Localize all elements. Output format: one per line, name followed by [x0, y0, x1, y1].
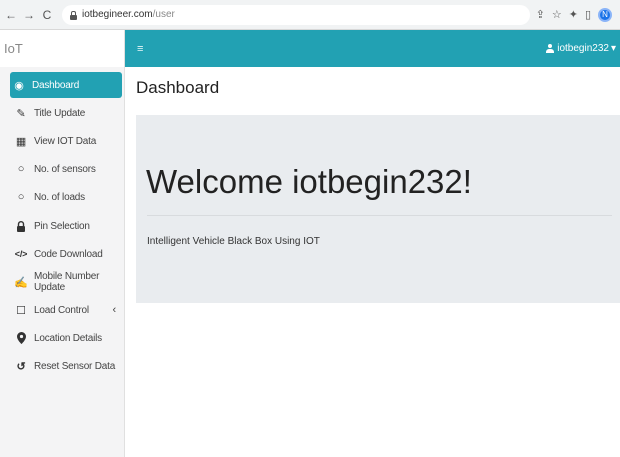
circle-icon: ○ [17, 191, 25, 203]
sidebar-item-label: Code Download [34, 248, 103, 260]
welcome-jumbotron: Welcome iotbegin232! Intelligent Vehicle… [136, 115, 620, 303]
sidebar-item-load-control[interactable]: ☐ Load Control ‹ [12, 297, 122, 323]
top-navbar: ≡ iotbegin232 ▾ [125, 30, 620, 67]
code-icon: </> [14, 249, 28, 259]
welcome-heading: Welcome iotbegin232! [146, 163, 472, 200]
undo-icon: ↺ [16, 360, 26, 373]
address-bar[interactable]: iotbegineer.com/user [62, 4, 530, 25]
table-icon: ▦ [15, 135, 27, 148]
page-title: Dashboard [136, 78, 220, 97]
dashboard-icon: ◉ [14, 79, 24, 92]
sidebar-item-label: Pin Selection [34, 220, 90, 232]
chevron-down-icon: ▾ [610, 43, 616, 54]
user-icon [546, 44, 555, 53]
sidebar-item-location-details[interactable]: Location Details [12, 325, 122, 351]
sidebar-item-mobile-number-update[interactable]: ✍ Mobile Number Update [12, 269, 122, 295]
reload-icon[interactable]: C [40, 8, 54, 22]
sidebar-item-pin-selection[interactable]: Pin Selection [12, 213, 122, 239]
edit-icon: ✎ [16, 107, 26, 120]
user-menu[interactable]: iotbegin232 ▾ [546, 43, 616, 54]
forward-icon[interactable]: → [22, 8, 36, 22]
url-domain: iotbegineer.com [82, 9, 153, 20]
sidebar-item-no-of-sensors[interactable]: ○ No. of sensors [12, 156, 122, 182]
circle-icon: ○ [17, 163, 25, 175]
lock-icon[interactable] [70, 10, 77, 20]
sidebar: ◉ Dashboard ✎ Title Update ▦ View IOT Da… [0, 67, 125, 457]
sidebar-item-dashboard[interactable]: ◉ Dashboard [10, 72, 122, 98]
sidebar-item-label: Reset Sensor Data [34, 360, 116, 372]
sidebar-item-reset-sensor-data[interactable]: ↺ Reset Sensor Data [12, 353, 122, 379]
star-icon[interactable]: ☆ [552, 8, 562, 21]
divider [147, 215, 612, 216]
sidebar-item-label: Mobile Number Update [34, 271, 100, 293]
sidebar-item-view-iot-data[interactable]: ▦ View IOT Data [12, 128, 122, 154]
sidebar-item-label: Load Control [34, 304, 89, 316]
sidebar-item-label: Title Update [34, 107, 86, 119]
sidebar-item-label: No. of loads [34, 191, 85, 203]
sidebar-item-label: Location Details [34, 332, 102, 344]
sidebar-icon[interactable]: ▯ [585, 8, 591, 21]
lock-icon [15, 220, 27, 232]
browser-actions: ⇪ ☆ ✦ ▯ N [536, 7, 612, 22]
profile-avatar[interactable]: N [598, 7, 612, 22]
sidebar-item-title-update[interactable]: ✎ Title Update [12, 100, 122, 126]
square-icon: ☐ [16, 304, 26, 317]
brand-logo[interactable]: IoT [0, 30, 125, 67]
share-icon[interactable]: ⇪ [536, 8, 545, 21]
back-icon[interactable]: ← [4, 8, 18, 22]
sidebar-item-code-download[interactable]: </> Code Download [12, 241, 122, 267]
sidebar-item-label: Dashboard [32, 79, 80, 91]
chevron-left-icon[interactable]: ‹ [113, 304, 117, 316]
sidebar-item-label: View IOT Data [34, 135, 97, 147]
sidebar-item-no-of-loads[interactable]: ○ No. of loads [12, 184, 122, 210]
extensions-icon[interactable]: ✦ [569, 8, 578, 21]
main-content: Dashboard Welcome iotbegin232! Intellige… [125, 67, 620, 457]
sidebar-item-label: No. of sensors [34, 163, 96, 175]
browser-toolbar: ← → C iotbegineer.com/user ⇪ ☆ ✦ ▯ N [0, 0, 620, 30]
url-path: /user [152, 9, 175, 20]
project-title: Intelligent Vehicle Black Box Using IOT [147, 236, 320, 247]
menu-toggle-icon[interactable]: ≡ [137, 43, 143, 55]
username: iotbegin232 [557, 43, 609, 54]
map-marker-icon [15, 332, 27, 344]
edit-square-icon: ✍ [14, 276, 28, 289]
